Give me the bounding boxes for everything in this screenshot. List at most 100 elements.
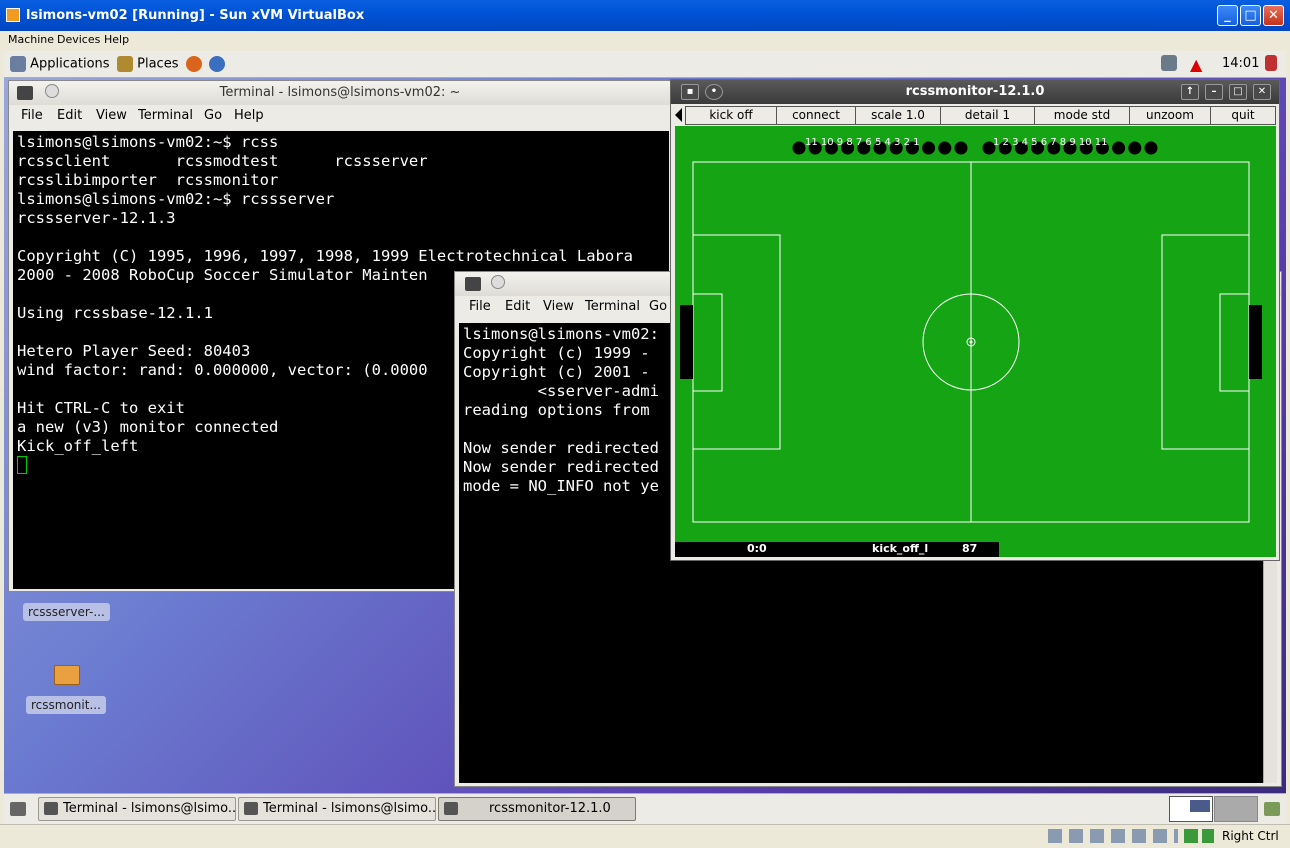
host-titlebar: lsimons-vm02 [Running] - Sun xVM Virtual…	[0, 0, 1290, 31]
workspace-2[interactable]	[1214, 796, 1258, 822]
workspace-1[interactable]	[1169, 796, 1213, 822]
score: 0:0	[747, 542, 767, 555]
folder-icon	[117, 56, 133, 72]
sticky-icon[interactable]	[491, 275, 505, 289]
close-button[interactable]: ✕	[1253, 84, 1271, 100]
bottom-panel: Terminal - lsimons@lsimo... Terminal - l…	[4, 793, 1286, 824]
right-goal	[1249, 305, 1262, 379]
terminal-line: lsimons@lsimons-vm02:~$ rcss	[17, 133, 279, 151]
quit-button[interactable]: quit	[1210, 106, 1276, 125]
gnome-foot-icon	[10, 56, 26, 72]
terminal-line: rcssserver-12.1.3	[17, 209, 176, 227]
taskbar-rcssmonitor[interactable]: rcssmonitor-12.1.0	[438, 797, 636, 821]
menu-help[interactable]: Help	[234, 108, 264, 123]
player-marker	[792, 141, 806, 155]
places-menu[interactable]: Places	[117, 56, 178, 72]
game-time: 87	[962, 542, 978, 555]
scale-button[interactable]: scale 1.0	[855, 106, 941, 125]
menu-file[interactable]: File	[21, 108, 43, 123]
menu-edit[interactable]: Edit	[57, 108, 82, 123]
show-desktop-icon[interactable]	[10, 802, 26, 816]
firefox-launcher-icon[interactable]	[186, 56, 202, 72]
terminal1-titlebar: Terminal - lsimons@lsimons-vm02: ~	[9, 81, 671, 105]
player-marker	[938, 141, 952, 155]
logout-icon[interactable]	[1265, 55, 1277, 71]
arrow-left-icon[interactable]	[675, 108, 682, 122]
window-menu-icon[interactable]: ▪	[681, 84, 699, 100]
rcssmonitor-titlebar: ▪ • rcssmonitor-12.1.0 ↑ – □ ✕	[671, 80, 1279, 104]
taskbar-terminal-2[interactable]: Terminal - lsimons@lsimo...	[238, 797, 436, 821]
clock[interactable]: 14:01	[1222, 56, 1259, 71]
terminal1-menubar: File Edit View Terminal Go Help	[9, 105, 671, 127]
left-penalty-area	[692, 234, 781, 450]
menu-help[interactable]: Help	[104, 33, 129, 46]
menu-machine[interactable]: Machine	[8, 33, 54, 46]
close-button[interactable]: ✕	[1263, 5, 1284, 26]
mode-button[interactable]: mode std	[1034, 106, 1130, 125]
warning-icon[interactable]: ▲	[1190, 55, 1202, 74]
terminal1-title: Terminal - lsimons@lsimons-vm02: ~	[219, 85, 461, 100]
detail-button[interactable]: detail 1	[940, 106, 1035, 125]
host-statusbar: Right Ctrl	[0, 824, 1290, 848]
top-panel: Applications Places ▲ 14:01	[4, 51, 1286, 78]
virtualbox-icon	[6, 8, 20, 22]
sticky-icon[interactable]	[45, 84, 59, 98]
host-key-label: Right Ctrl	[1222, 829, 1279, 843]
host-menubar: Machine Devices Help	[0, 31, 1290, 51]
player-marker	[1112, 141, 1126, 155]
trash-icon[interactable]	[1264, 802, 1280, 816]
menu-edit[interactable]: Edit	[505, 299, 530, 314]
device-status-icons[interactable]	[1048, 829, 1178, 843]
menu-view[interactable]: View	[96, 108, 127, 123]
rcssmonitor-title: rcssmonitor-12.1.0	[905, 84, 1045, 99]
desktop-icon-rcssserver[interactable]: rcssserver-...	[23, 603, 110, 621]
player-marker	[954, 141, 968, 155]
right-team-numbers: 1 2 3 4 5 6 7 8 9 10 11	[993, 137, 1108, 148]
window-menu-icon[interactable]	[465, 277, 481, 291]
terminal-line: rcssclient rcssmodtest rcssserver	[17, 152, 428, 170]
menu-devices[interactable]: Devices	[57, 33, 100, 46]
package-icon[interactable]	[54, 665, 80, 685]
score-bar: 0:0 kick_off_l 87	[675, 542, 999, 557]
minimize-button[interactable]: _	[1217, 5, 1238, 26]
rcssmonitor-window: ▪ • rcssmonitor-12.1.0 ↑ – □ ✕ kick off …	[670, 79, 1280, 561]
player-marker	[1128, 141, 1142, 155]
connect-button[interactable]: connect	[776, 106, 856, 125]
unzoom-button[interactable]: unzoom	[1129, 106, 1211, 125]
left-goal-area	[692, 293, 723, 392]
maximize-button[interactable]: □	[1229, 84, 1247, 100]
help-launcher-icon[interactable]	[209, 56, 225, 72]
terminal-line: rcsslibimporter rcssmonitor	[17, 171, 279, 189]
play-mode: kick_off_l	[872, 542, 929, 555]
network-icon[interactable]	[1161, 55, 1177, 71]
maximize-button[interactable]: □	[1240, 5, 1261, 26]
soccer-field[interactable]: 11 10 9 8 7 6 5 4 3 2 1 1 2 3 4 5 6 7 8 …	[675, 126, 1276, 557]
capture-icons[interactable]	[1184, 829, 1214, 843]
terminal-line: Copyright (C) 1995, 1996, 1997, 1998, 19…	[17, 247, 633, 265]
applications-menu[interactable]: Applications	[10, 56, 110, 72]
sticky-icon[interactable]: •	[705, 84, 723, 100]
text-cursor	[17, 456, 27, 474]
menu-terminal[interactable]: Terminal	[585, 299, 640, 314]
menu-go[interactable]: Go	[649, 299, 667, 314]
player-marker	[922, 141, 936, 155]
terminal-line: lsimons@lsimons-vm02:~$ rcssserver	[17, 190, 335, 208]
left-team-numbers: 11 10 9 8 7 6 5 4 3 2 1	[805, 137, 920, 148]
window-menu-icon[interactable]	[17, 86, 33, 100]
taskbar-terminal-1[interactable]: Terminal - lsimons@lsimo...	[38, 797, 236, 821]
terminal-icon	[244, 802, 258, 815]
window-icon	[444, 802, 458, 815]
minimize-button[interactable]: –	[1205, 84, 1223, 100]
menu-file[interactable]: File	[469, 299, 491, 314]
terminal-icon	[44, 802, 58, 815]
desktop-icon-rcssmonitor[interactable]: rcssmonit...	[26, 696, 106, 714]
menu-terminal[interactable]: Terminal	[138, 108, 193, 123]
menu-go[interactable]: Go	[204, 108, 222, 123]
virtualbox-window: lsimons-vm02 [Running] - Sun xVM Virtual…	[0, 0, 1290, 848]
right-goal-area	[1219, 293, 1250, 392]
kick-off-button[interactable]: kick off	[685, 106, 777, 125]
guest-desktop: Applications Places ▲ 14:01 Terminal - l…	[4, 51, 1286, 824]
menu-view[interactable]: View	[543, 299, 574, 314]
raise-button[interactable]: ↑	[1181, 84, 1199, 100]
pitch-svg: 11 10 9 8 7 6 5 4 3 2 1 1 2 3 4 5 6 7 8 …	[680, 137, 1262, 523]
